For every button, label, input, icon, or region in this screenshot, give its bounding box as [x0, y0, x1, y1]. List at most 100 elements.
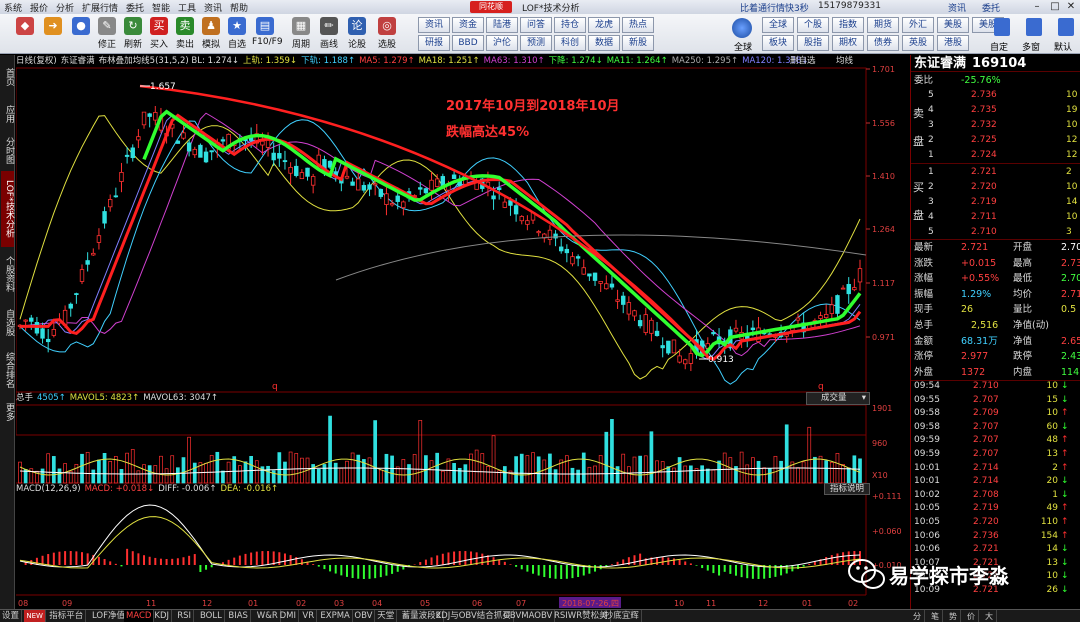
- toolbar-button[interactable]: ★ 自选: [224, 16, 250, 52]
- quick-link-button[interactable]: 资金: [452, 17, 484, 33]
- toolbar-button[interactable]: 卖卖出: [172, 16, 198, 52]
- global-label[interactable]: 全球: [734, 40, 752, 53]
- indicator-tab[interactable]: BOLL: [198, 610, 225, 622]
- quick-link-button[interactable]: 沪伦: [486, 35, 518, 51]
- market-button[interactable]: 指数: [832, 17, 864, 33]
- market-button[interactable]: 个股: [797, 17, 829, 33]
- indicator-tab[interactable]: VR: [300, 610, 318, 622]
- toolbar-button[interactable]: 论论股: [344, 16, 370, 52]
- indicator-tab[interactable]: NEW: [24, 610, 46, 622]
- volume-dropdown[interactable]: 成交量 ▾: [806, 392, 870, 405]
- quick-link-button[interactable]: 问答: [520, 17, 552, 33]
- indicator-explain-button[interactable]: 指标说明: [824, 483, 870, 495]
- toolbar-button[interactable]: ✎ 修正: [94, 16, 120, 52]
- toolbar-button[interactable]: ▦ 周期: [288, 16, 314, 52]
- quote-tab[interactable]: 势: [946, 610, 961, 622]
- quote-tab[interactable]: 笔: [928, 610, 943, 622]
- close-icon[interactable]: ✕: [1062, 0, 1080, 14]
- sell-order-row[interactable]: 1 2.724 12: [911, 149, 1080, 162]
- news-link[interactable]: 资讯: [948, 1, 966, 14]
- indicator-tab[interactable]: KDJ: [152, 610, 173, 622]
- sidebar-item[interactable]: 应用: [1, 99, 14, 129]
- quick-link-button[interactable]: 数据: [588, 35, 620, 51]
- menu-item[interactable]: 分析: [56, 1, 74, 14]
- buy-order-row[interactable]: 3 2.719 14: [911, 196, 1080, 209]
- sidebar-item[interactable]: 个股资料: [1, 249, 14, 299]
- market-button[interactable]: 债券: [867, 35, 899, 51]
- quote-tab[interactable]: 分: [910, 610, 925, 622]
- quick-link-button[interactable]: 持仓: [554, 17, 586, 33]
- toolbar-button[interactable]: ♟ 模拟: [198, 16, 224, 52]
- quick-link-button[interactable]: 新股: [622, 35, 654, 51]
- menu-item[interactable]: 系统: [4, 1, 22, 14]
- quick-link-button[interactable]: BBD: [452, 35, 484, 51]
- indicator-tab[interactable]: DMI: [278, 610, 299, 622]
- menu-item[interactable]: 帮助: [230, 1, 248, 14]
- indicator-tab[interactable]: RSI: [175, 610, 194, 622]
- market-button[interactable]: 期货: [867, 17, 899, 33]
- sell-order-row[interactable]: 3 2.732 10: [911, 119, 1080, 132]
- menu-item[interactable]: 智能: [152, 1, 170, 14]
- market-button[interactable]: 股指: [797, 35, 829, 51]
- menu-item[interactable]: 委托: [126, 1, 144, 14]
- quote-tab[interactable]: 价: [964, 610, 979, 622]
- sidebar-item[interactable]: 自选股: [1, 301, 14, 343]
- multi-window-button[interactable]: 多窗: [1022, 40, 1040, 53]
- market-button[interactable]: 期权: [832, 35, 864, 51]
- default-layout-button[interactable]: 默认: [1054, 40, 1072, 53]
- buy-order-row[interactable]: 1 2.721 2: [911, 166, 1080, 179]
- remove-favorite-button[interactable]: 删自选: [790, 55, 816, 68]
- indicator-tab[interactable]: LOF净值: [90, 610, 129, 622]
- quote-tab[interactable]: 大: [982, 610, 997, 622]
- toolbar-button[interactable]: ➜: [40, 16, 66, 52]
- buy-order-row[interactable]: 5 2.710 3: [911, 226, 1080, 239]
- custom-layout-button[interactable]: 自定: [990, 40, 1008, 53]
- indicator-tab[interactable]: 天堂: [375, 610, 398, 622]
- menu-item[interactable]: 扩展行情: [82, 1, 118, 14]
- quick-link-button[interactable]: 科创: [554, 35, 586, 51]
- sell-order-row[interactable]: 4 2.735 19: [911, 104, 1080, 117]
- market-button[interactable]: 外汇: [902, 17, 934, 33]
- quick-link-button[interactable]: 陆港: [486, 17, 518, 33]
- market-button[interactable]: 板块: [762, 35, 794, 51]
- trade-link[interactable]: 委托: [982, 1, 1000, 14]
- toolbar-button[interactable]: ◆: [12, 16, 38, 52]
- toolbar-button[interactable]: ✏ 画线: [316, 16, 342, 52]
- buy-order-row[interactable]: 4 2.711 10: [911, 211, 1080, 224]
- quick-link-button[interactable]: 预测: [520, 35, 552, 51]
- sidebar-item[interactable]: LOF*技术分析: [1, 171, 14, 247]
- quick-link-button[interactable]: 资讯: [418, 17, 450, 33]
- toolbar-button[interactable]: ↻ 刷新: [120, 16, 146, 52]
- sidebar-item[interactable]: 首页: [1, 57, 14, 97]
- sell-order-row[interactable]: 2 2.725 12: [911, 134, 1080, 147]
- indicator-tab[interactable]: MACD: [124, 610, 155, 622]
- sell-order-row[interactable]: 5 2.736 10: [911, 89, 1080, 102]
- quick-link-button[interactable]: 热点: [622, 17, 654, 33]
- indicator-tab[interactable]: OBVMAOBV: [501, 610, 556, 622]
- menu-item[interactable]: 报价: [30, 1, 48, 14]
- quick-link-button[interactable]: 研报: [418, 35, 450, 51]
- menu-item[interactable]: 资讯: [204, 1, 222, 14]
- toolbar-button[interactable]: ◎ 选股: [374, 16, 400, 52]
- market-button[interactable]: 英股: [902, 35, 934, 51]
- market-button[interactable]: 港股: [937, 35, 969, 51]
- toolbar-button[interactable]: 买买入: [146, 16, 172, 52]
- toolbar-button[interactable]: ▤ F10/F9: [252, 16, 283, 52]
- indicator-tab[interactable]: OBV: [352, 610, 376, 622]
- indicator-tab[interactable]: 设置: [0, 610, 23, 622]
- menu-item[interactable]: 工具: [178, 1, 196, 14]
- indicator-tab[interactable]: BIAS: [226, 610, 251, 622]
- ma-toggle-button[interactable]: 均线: [836, 55, 853, 68]
- indicator-tab[interactable]: 抄底宜辉: [603, 610, 642, 622]
- sidebar-item[interactable]: 更多: [1, 397, 14, 427]
- indicator-tab[interactable]: 指标平台: [47, 610, 87, 622]
- toolbar-button[interactable]: ●: [68, 16, 94, 52]
- market-button[interactable]: 全球: [762, 17, 794, 33]
- sidebar-item[interactable]: 综合排名: [1, 345, 14, 395]
- sidebar-item[interactable]: 分时图: [1, 131, 14, 169]
- indicator-tab[interactable]: EXPMA: [318, 610, 353, 622]
- minimize-icon[interactable]: –: [1028, 0, 1046, 14]
- market-button[interactable]: 美股: [937, 17, 969, 33]
- globe-icon[interactable]: [732, 18, 752, 38]
- quick-link-button[interactable]: 龙虎: [588, 17, 620, 33]
